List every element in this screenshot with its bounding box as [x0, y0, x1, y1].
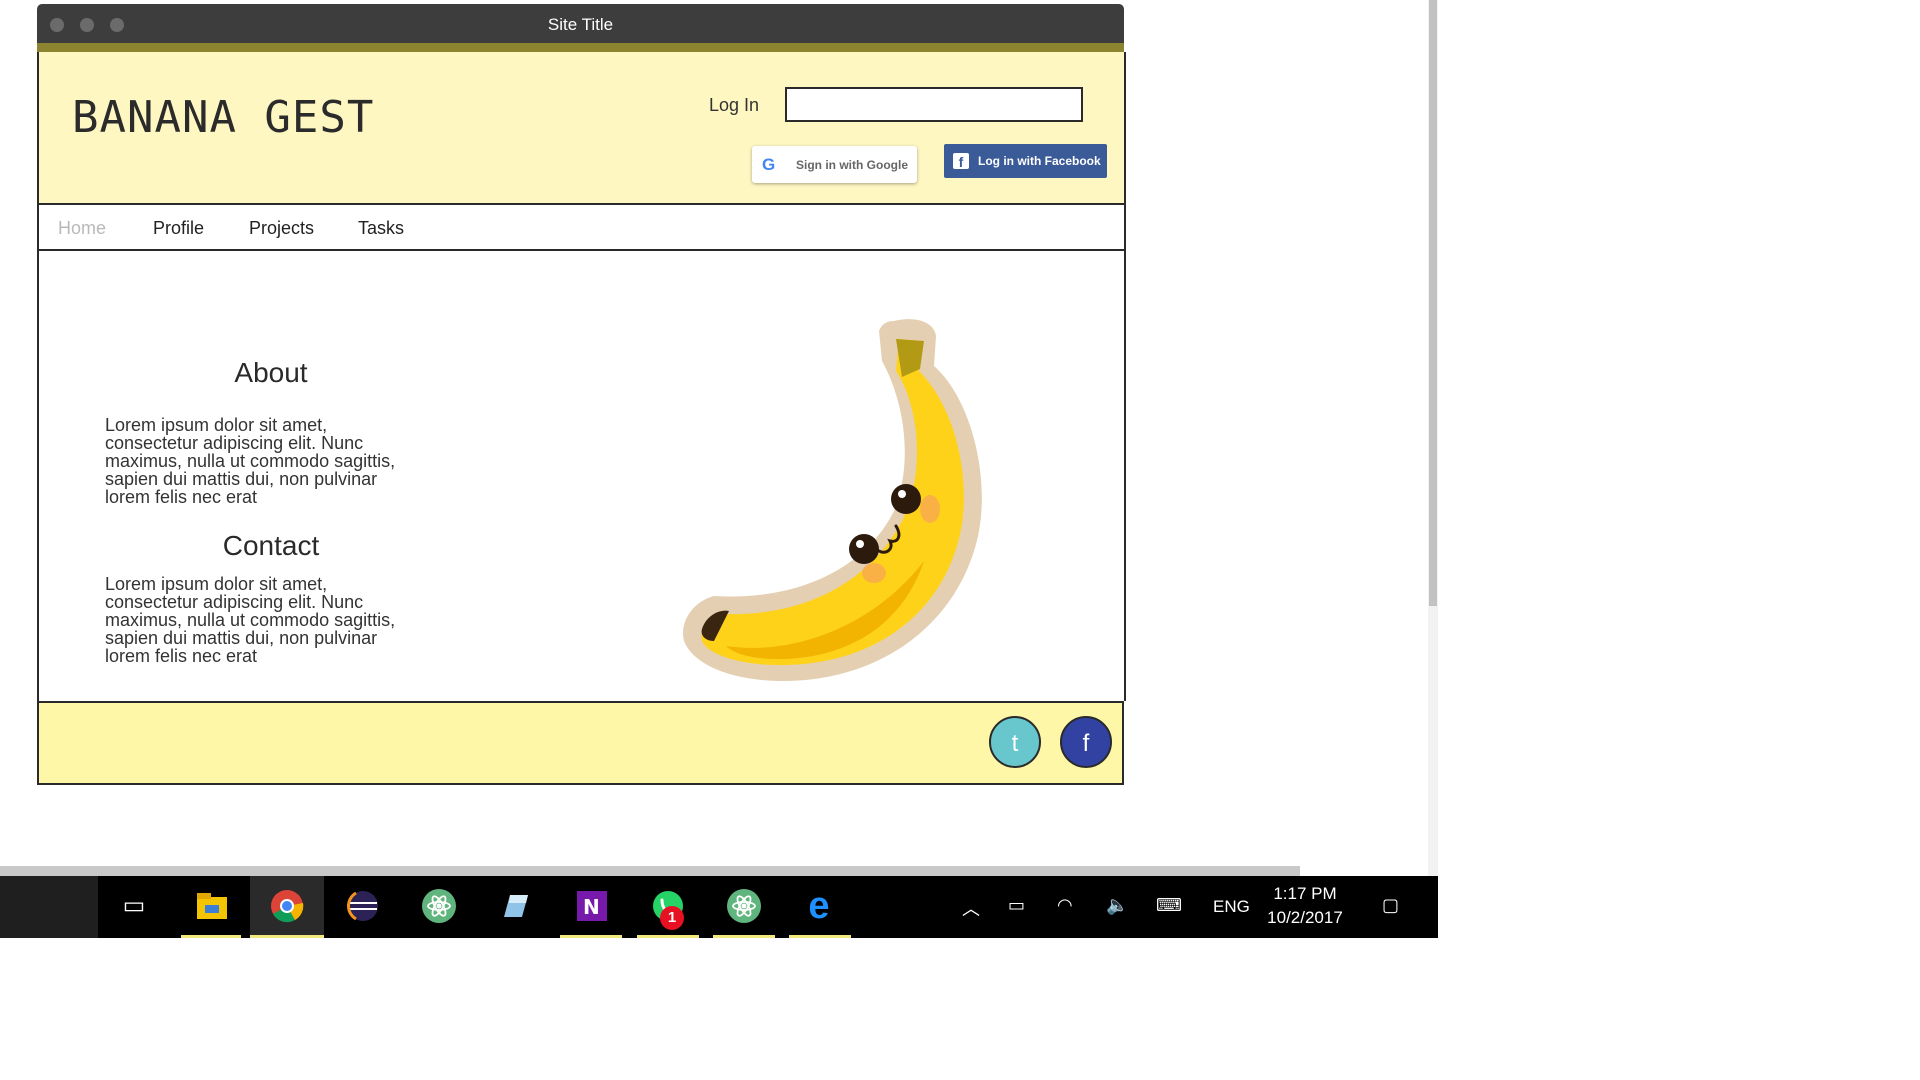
about-title: About — [234, 357, 308, 388]
horizontal-scrollbar[interactable] — [0, 866, 1300, 876]
google-icon: G — [762, 155, 776, 174]
main-content: About Lorem ipsum dolor sit amet, consec… — [37, 251, 1126, 701]
vertical-scroll-thumb[interactable] — [1429, 0, 1437, 606]
volume-mute-icon[interactable]: 🔈 — [1106, 895, 1128, 916]
onenote-icon[interactable]: N — [570, 884, 614, 928]
nav-profile[interactable]: Profile — [153, 218, 204, 239]
onenote-underline — [560, 935, 622, 938]
login-input[interactable] — [785, 87, 1083, 122]
browser-window: Site Title BANANA GEST Log In G Sign in … — [37, 4, 1126, 785]
file-explorer-icon[interactable] — [190, 884, 234, 928]
atom-icon[interactable] — [417, 884, 461, 928]
site-brand: BANANA GEST — [72, 92, 375, 143]
banana-mascot-image — [683, 319, 982, 681]
atom-icon[interactable] — [722, 884, 766, 928]
chrome-underline — [250, 935, 324, 938]
keyboard-icon[interactable]: ⌨ — [1156, 895, 1182, 916]
nav-home[interactable]: Home — [58, 218, 106, 239]
clock[interactable]: 1:17 PM 10/2/2017 — [1255, 882, 1355, 930]
login-label: Log In — [709, 95, 760, 115]
battery-icon[interactable]: ▭ — [1008, 895, 1025, 916]
whatsapp-badge: 1 — [660, 906, 684, 930]
task-view-icon[interactable]: ▭ — [112, 884, 156, 928]
title-bar: Site Title — [37, 4, 1124, 43]
nav-projects[interactable]: Projects — [249, 218, 314, 239]
contact-body: Lorem ipsum dolor sit amet, consectetur … — [105, 574, 396, 666]
clock-date: 10/2/2017 — [1267, 908, 1343, 927]
chevron-up-icon[interactable]: ︿ — [962, 895, 980, 921]
svg-text:N: N — [583, 895, 600, 919]
chrome-icon[interactable] — [265, 884, 309, 928]
edge-icon[interactable]: e — [797, 884, 841, 928]
facebook-button[interactable]: f — [1060, 716, 1112, 768]
site-header: BANANA GEST Log In G Sign in with Google… — [37, 52, 1126, 205]
notification-icon[interactable]: ▢ — [1382, 895, 1399, 916]
language-indicator[interactable]: ENG — [1213, 897, 1250, 917]
windows-taskbar: ▭ N 1 e ︿ ▭ ◠ 🔈 ⌨ ENG 1:17 PM 10/2/2017 … — [0, 876, 1438, 938]
facebook-icon: f — [953, 153, 969, 170]
main-nav: Home Profile Projects Tasks — [37, 205, 1126, 251]
facebook-login-label: Log in with Facebook — [978, 154, 1101, 168]
whatsapp-underline — [637, 935, 699, 938]
app-icon[interactable] — [493, 884, 537, 928]
contact-title: Contact — [222, 530, 320, 561]
google-signin-label: Sign in with Google — [796, 158, 908, 172]
file-explorer-underline — [181, 935, 241, 938]
eclipse-icon[interactable] — [341, 884, 385, 928]
title-strip — [37, 43, 1124, 52]
nav-tasks[interactable]: Tasks — [358, 218, 404, 239]
google-signin-button[interactable]: G Sign in with Google — [752, 146, 917, 183]
about-body: Lorem ipsum dolor sit amet, consectetur … — [105, 415, 396, 507]
twitter-button[interactable]: t — [989, 716, 1041, 768]
vertical-scrollbar[interactable] — [1428, 0, 1438, 878]
taskbar-search-area[interactable] — [0, 876, 98, 938]
edge-underline — [789, 935, 851, 938]
wifi-icon[interactable]: ◠ — [1057, 895, 1073, 916]
site-footer: t f — [37, 701, 1124, 785]
atom-underline — [713, 935, 775, 938]
window-title: Site Title — [547, 15, 614, 34]
facebook-login-button[interactable]: f Log in with Facebook — [944, 144, 1107, 178]
clock-time: 1:17 PM — [1273, 884, 1337, 903]
